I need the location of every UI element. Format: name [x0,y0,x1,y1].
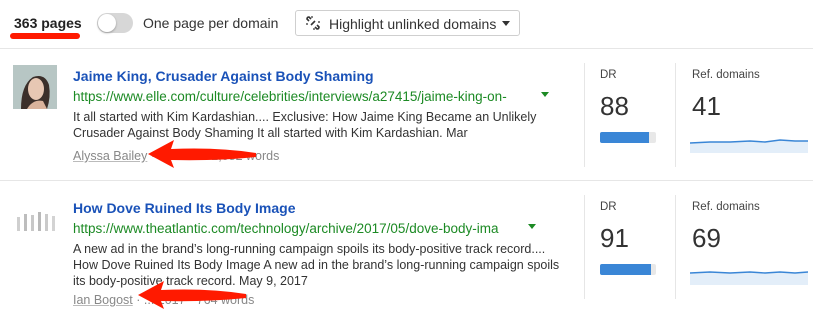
column-divider [584,63,585,167]
ref-domains-label: Ref. domains [692,201,760,213]
ref-domains-value[interactable]: 69 [692,223,721,254]
dr-value: 88 [600,91,629,121]
author-link[interactable]: Ian Bogost [73,293,133,307]
highlight-unlinked-domains-label: Highlight unlinked domains [329,16,497,32]
dr-value: 91 [600,223,629,253]
article-thumbnail[interactable] [13,197,57,241]
dr-label: DR [600,69,617,81]
dr-bar-fill [600,132,650,143]
annotation-underline [10,33,80,39]
url-menu-chevron-icon[interactable] [541,92,549,97]
pages-count: 363 pages [14,15,82,31]
content-explorer-results: 363 pages One page per domain Highlight … [0,0,813,321]
result-url-line: https://www.elle.com/culture/celebrities… [73,88,563,106]
dr-bar-fill [600,264,651,275]
highlight-unlinked-domains-button[interactable]: Highlight unlinked domains [295,10,520,36]
result-title-link[interactable]: Jaime King, Crusader Against Body Shamin… [73,68,374,84]
annotation-arrow-icon [148,140,256,168]
dr-bar [600,132,656,143]
url-menu-chevron-icon[interactable] [528,224,536,229]
chevron-down-icon [502,21,510,26]
author-link[interactable]: Alyssa Bailey [73,149,147,163]
column-divider [675,195,676,299]
article-thumbnail[interactable] [13,65,57,109]
ref-domains-sparkline [690,139,808,153]
toggle-knob[interactable] [98,14,116,32]
ref-domains-value[interactable]: 41 [692,91,721,122]
ref-domains-sparkline [690,271,808,285]
result-title-link[interactable]: How Dove Ruined Its Body Image [73,200,295,216]
result-url-link[interactable]: https://www.theatlantic.com/technology/a… [73,221,498,236]
result-url-link[interactable]: https://www.elle.com/culture/celebrities… [73,89,507,104]
one-page-per-domain-label[interactable]: One page per domain [143,15,278,31]
dr-label: DR [600,201,617,213]
column-divider [675,63,676,167]
result-snippet: It all started with Kim Kardashian.... E… [73,110,537,140]
annotation-arrow-icon [138,281,246,309]
dr-bar [600,264,656,275]
results-toolbar: 363 pages One page per domain Highlight … [0,0,813,48]
result-row: How Dove Ruined Its Body Image https://w… [0,181,813,313]
ref-domains-label: Ref. domains [692,69,760,81]
result-row: Jaime King, Crusader Against Body Shamin… [0,49,813,181]
result-url-line: https://www.theatlantic.com/technology/a… [73,220,563,238]
one-page-per-domain-toggle[interactable] [97,13,133,33]
broken-link-icon [306,16,320,30]
column-divider [584,195,585,299]
